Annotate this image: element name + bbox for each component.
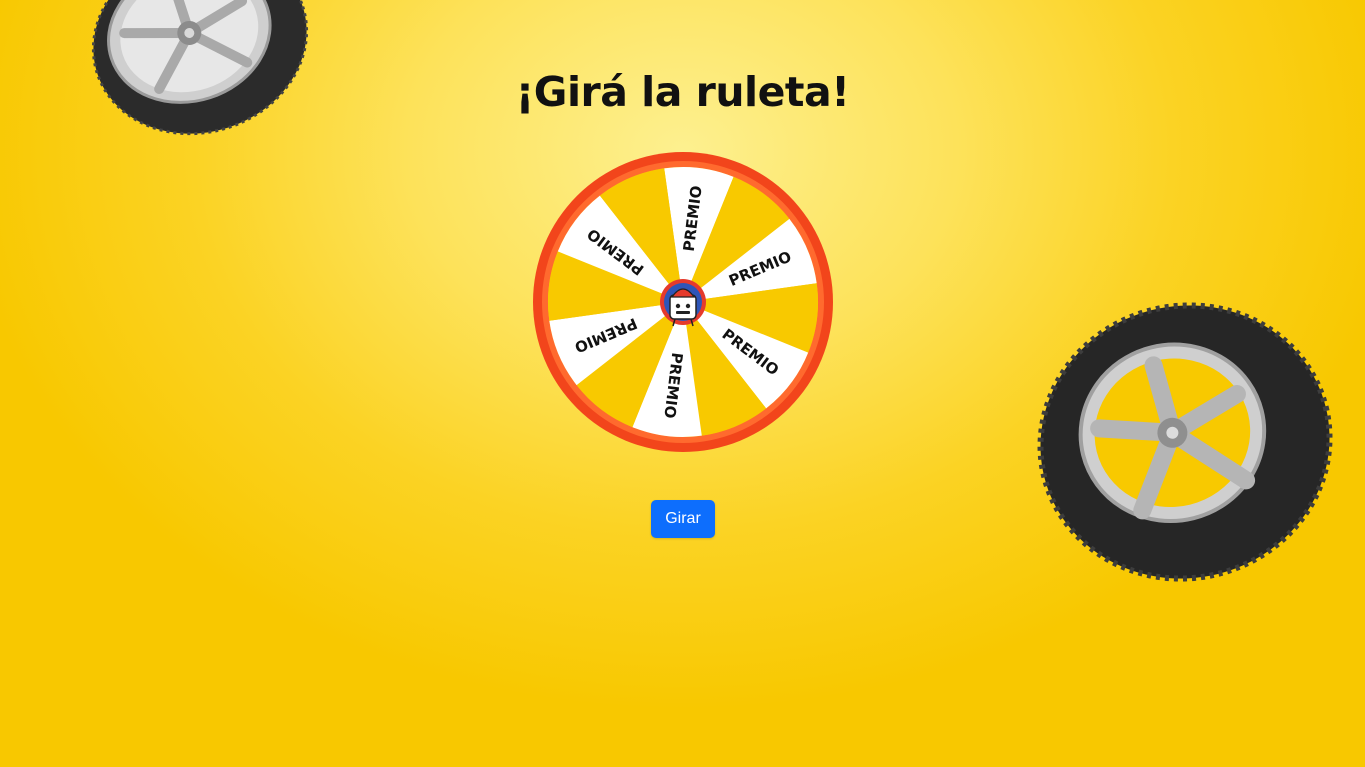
tire-icon [1037,302,1333,582]
spin-button[interactable]: Girar [651,500,715,538]
prize-wheel[interactable]: PREMIO PREMIO PREMIO PREMIO PREMIO PREMIO [532,151,834,453]
page-title: ¡Girá la ruleta! [515,68,850,116]
